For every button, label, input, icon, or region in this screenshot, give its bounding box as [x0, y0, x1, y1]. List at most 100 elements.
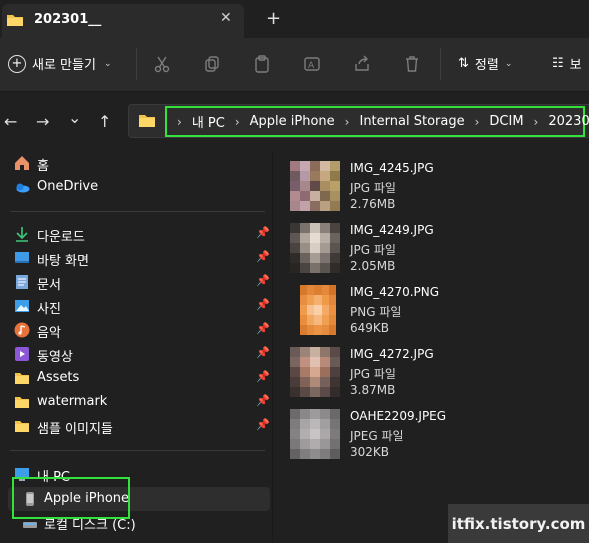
file-name: IMG_4270.PNG: [350, 285, 440, 299]
rename-icon[interactable]: A: [302, 54, 322, 74]
music-icon: [14, 322, 30, 338]
breadcrumb-item[interactable]: DCIM: [489, 114, 523, 129]
cut-icon[interactable]: [152, 54, 172, 74]
recent-locations-button[interactable]: ⌄: [68, 108, 81, 127]
sidebar-item-watermark[interactable]: watermark 📌: [0, 391, 272, 413]
file-type: JPEG 파일: [350, 429, 404, 443]
pin-icon: 📌: [256, 322, 270, 335]
sidebar-item-label: 동영상: [37, 350, 73, 365]
navigation-pane: 홈 OneDrive 다운로드 📌 바탕 화면 📌 문서 📌 사진 📌 음악 📌…: [0, 150, 272, 543]
file-type: PNG 파일: [350, 305, 402, 319]
address-bar[interactable]: › 내 PC › Apple iPhone › Internal Storage…: [128, 104, 589, 138]
file-name: IMG_4249.JPG: [350, 223, 434, 237]
breadcrumb-item[interactable]: 202301__: [548, 114, 589, 129]
sidebar-item-label: 음악: [37, 326, 61, 341]
sidebar-item-label: 바탕 화면: [37, 254, 89, 269]
file-name: IMG_4272.JPG: [350, 347, 434, 361]
new-button[interactable]: + 새로 만들기 ⌄: [8, 54, 111, 73]
sort-button-label: 정렬: [474, 58, 499, 73]
sidebar-item-downloads[interactable]: 다운로드 📌: [0, 223, 272, 245]
file-size: 2.76MB: [350, 197, 396, 211]
up-button[interactable]: ↑: [98, 112, 111, 131]
watermark-text: itfix.tistory.com: [448, 504, 589, 543]
iphone-highlight-box: [12, 477, 130, 519]
sidebar-item-home[interactable]: 홈: [0, 152, 272, 174]
new-button-label: 새로 만들기: [32, 58, 96, 73]
folder-icon: [15, 421, 29, 432]
sidebar-item-label: OneDrive: [37, 179, 99, 194]
divider: [10, 211, 265, 212]
image-thumbnail: [290, 409, 340, 459]
pin-icon: 📌: [256, 298, 270, 311]
image-thumbnail: [290, 223, 340, 273]
home-icon: [15, 156, 29, 170]
sidebar-item-assets[interactable]: Assets 📌: [0, 367, 272, 389]
folder-icon: [139, 115, 155, 127]
pictures-icon: [15, 300, 29, 312]
folder-icon: [7, 15, 23, 26]
sidebar-item-onedrive[interactable]: OneDrive: [0, 176, 272, 198]
pin-icon: 📌: [256, 274, 270, 287]
view-button-label: 보: [569, 58, 582, 73]
image-thumbnail: [300, 285, 336, 335]
sidebar-item-sample-images[interactable]: 샘플 이미지들 📌: [0, 415, 272, 437]
breadcrumb-item[interactable]: Apple iPhone: [250, 114, 335, 129]
svg-text:A: A: [308, 61, 315, 71]
tab-bar: 202301__ ✕ +: [0, 0, 589, 38]
breadcrumb-item[interactable]: Internal Storage: [359, 114, 464, 129]
tab-202301[interactable]: 202301__ ✕: [2, 4, 244, 38]
file-item[interactable]: IMG_4245.JPG JPG 파일 2.76MB: [290, 161, 580, 217]
file-item[interactable]: IMG_4249.JPG JPG 파일 2.05MB: [290, 223, 580, 279]
image-thumbnail: [290, 347, 340, 397]
breadcrumb-separator: ›: [474, 114, 480, 129]
document-icon: [16, 275, 28, 289]
sidebar-item-label: 샘플 이미지들: [37, 422, 113, 437]
breadcrumb: › 내 PC › Apple iPhone › Internal Storage…: [165, 106, 589, 137]
pin-icon: 📌: [256, 418, 270, 431]
sidebar-item-label: watermark: [37, 394, 108, 409]
image-thumbnail: [290, 161, 340, 211]
forward-button[interactable]: →: [36, 112, 49, 131]
sidebar-item-label: 홈: [37, 159, 49, 174]
breadcrumb-separator: ›: [533, 114, 539, 129]
onedrive-icon: [16, 183, 30, 193]
file-size: 649KB: [350, 321, 390, 335]
divider: [10, 450, 265, 451]
folder-icon: [15, 397, 29, 408]
sidebar-item-label: 문서: [37, 278, 61, 293]
file-size: 2.05MB: [350, 259, 396, 273]
breadcrumb-item[interactable]: 내 PC: [192, 112, 225, 131]
new-tab-button[interactable]: +: [266, 8, 281, 29]
sort-button[interactable]: ⇅ 정렬 ⌄: [458, 54, 512, 73]
pin-icon: 📌: [256, 250, 270, 263]
file-item[interactable]: IMG_4270.PNG PNG 파일 649KB: [290, 285, 580, 341]
view-button[interactable]: ☷ 보: [552, 54, 582, 73]
plus-icon: +: [8, 54, 26, 73]
paste-icon[interactable]: [252, 54, 272, 74]
sidebar-item-label: 다운로드: [37, 230, 85, 245]
sidebar-item-music[interactable]: 음악 📌: [0, 319, 272, 341]
copy-icon[interactable]: [202, 54, 222, 74]
delete-icon[interactable]: [402, 54, 422, 74]
sidebar-item-documents[interactable]: 문서 📌: [0, 271, 272, 293]
tab-title: 202301__: [34, 12, 102, 27]
desktop-icon: [15, 252, 29, 263]
command-bar: + 새로 만들기 ⌄ A ⇅ 정렬 ⌄ ☷ 보: [0, 38, 589, 92]
toolbar-divider: [136, 48, 137, 80]
sidebar-item-pictures[interactable]: 사진 📌: [0, 295, 272, 317]
file-size: 302KB: [350, 445, 390, 459]
file-type: JPG 파일: [350, 243, 396, 257]
close-tab-icon[interactable]: ✕: [220, 10, 232, 26]
sidebar-item-desktop[interactable]: 바탕 화면 📌: [0, 247, 272, 269]
chevron-down-icon: ⌄: [504, 58, 513, 69]
breadcrumb-separator: ›: [177, 114, 182, 129]
video-icon: [15, 347, 29, 361]
sidebar-item-videos[interactable]: 동영상 📌: [0, 343, 272, 365]
file-name: OAHE2209.JPEG: [350, 409, 447, 423]
file-item[interactable]: IMG_4272.JPG JPG 파일 3.87MB: [290, 347, 580, 403]
pane-splitter[interactable]: [272, 150, 273, 543]
file-item[interactable]: OAHE2209.JPEG JPEG 파일 302KB: [290, 409, 580, 465]
back-button[interactable]: ←: [4, 112, 17, 131]
share-icon[interactable]: [352, 54, 372, 74]
sort-icon: ⇅: [458, 56, 469, 71]
